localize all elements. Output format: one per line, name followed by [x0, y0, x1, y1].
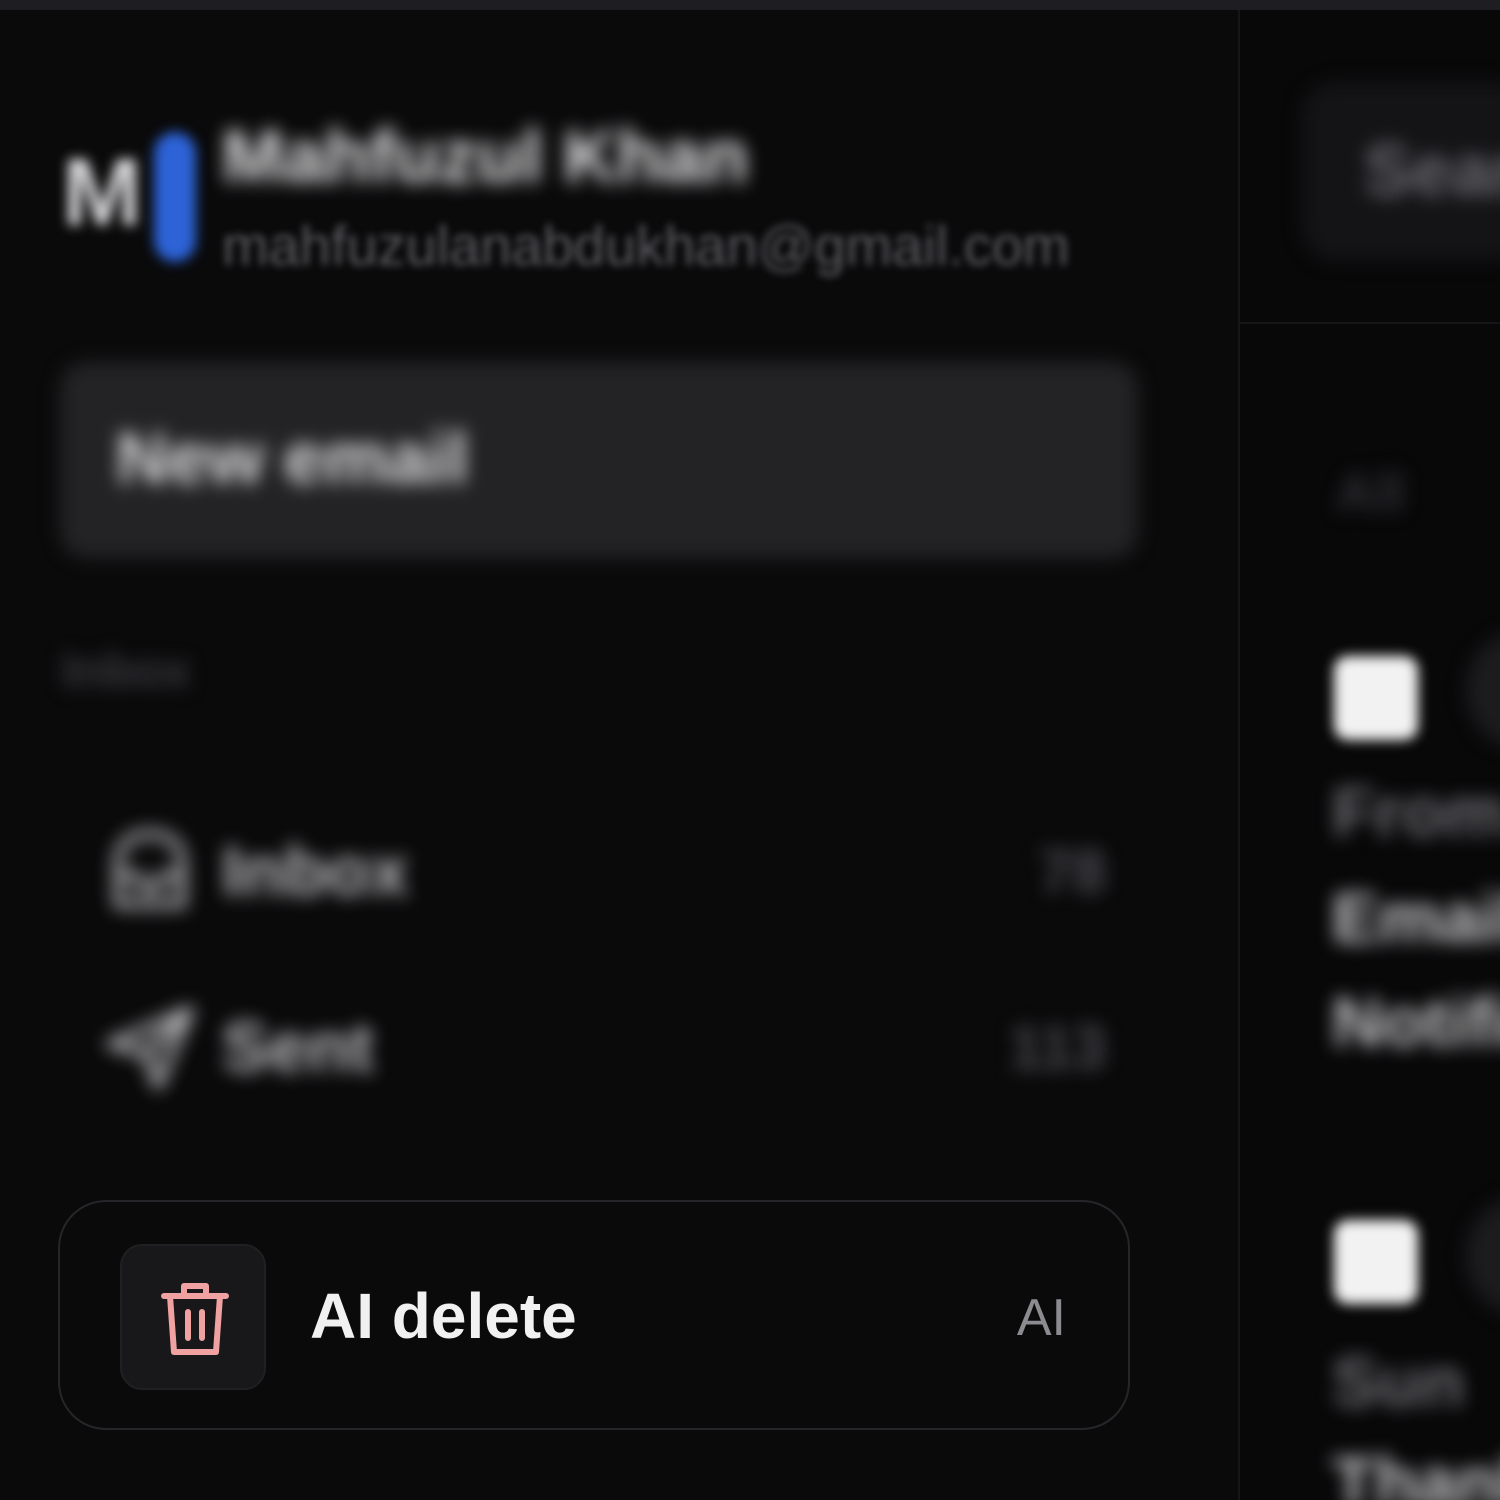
send-icon — [100, 1002, 200, 1092]
avatar-accent-bar — [154, 132, 196, 262]
ai-delete-icon-box — [120, 1244, 266, 1390]
sidebar-item-inbox[interactable]: Inbox 78 — [90, 806, 1120, 936]
email-checkbox[interactable] — [1334, 1220, 1418, 1304]
sidebar-item-label: Sent — [222, 1008, 374, 1086]
trash-icon — [161, 1283, 229, 1355]
sidebar: M Mahfuzul Khan mahfuzulanabdukhan@gmail… — [0, 10, 1238, 1500]
section-label: Inbox — [62, 645, 190, 698]
sender-avatar — [1466, 1196, 1500, 1316]
sidebar-item-sent[interactable]: Sent 113 — [90, 982, 1120, 1112]
sidebar-item-label: Inbox — [222, 832, 409, 910]
inbox-tray-icon — [100, 826, 200, 916]
email-preview[interactable]: Notification — [1332, 980, 1500, 1064]
email-subject[interactable]: Email — [1332, 876, 1500, 960]
email-list-pane: Search All From Email Notification Sun T… — [1240, 10, 1500, 1500]
email-sender[interactable]: Sun — [1332, 1340, 1464, 1424]
header-divider — [1240, 322, 1500, 324]
filter-label[interactable]: All — [1336, 458, 1405, 528]
search-input[interactable]: Search — [1302, 82, 1500, 260]
avatar-initial: M — [62, 139, 142, 246]
account-email: mahfuzulanabdukhan@gmail.com — [222, 214, 1070, 277]
ai-badge: AI — [1016, 1289, 1066, 1347]
email-sender[interactable]: From — [1332, 770, 1500, 854]
ai-delete-label: AI delete — [310, 1280, 577, 1352]
account-name: Mahfuzul Khan — [222, 115, 749, 198]
sent-count: 113 — [1009, 1014, 1106, 1081]
new-email-button[interactable]: New email — [60, 362, 1138, 558]
mail-app: M Mahfuzul Khan mahfuzulanabdukhan@gmail… — [0, 0, 1500, 1500]
sender-avatar — [1466, 630, 1500, 750]
search-label: Search — [1364, 131, 1500, 211]
ai-delete-button[interactable]: AI delete AI — [58, 1200, 1130, 1430]
inbox-count: 78 — [1039, 838, 1106, 905]
email-checkbox[interactable] — [1334, 656, 1418, 740]
avatar[interactable]: M — [62, 122, 196, 262]
top-border — [0, 0, 1500, 10]
email-subject[interactable]: Thank — [1332, 1440, 1500, 1500]
new-email-label: New email — [116, 419, 469, 499]
